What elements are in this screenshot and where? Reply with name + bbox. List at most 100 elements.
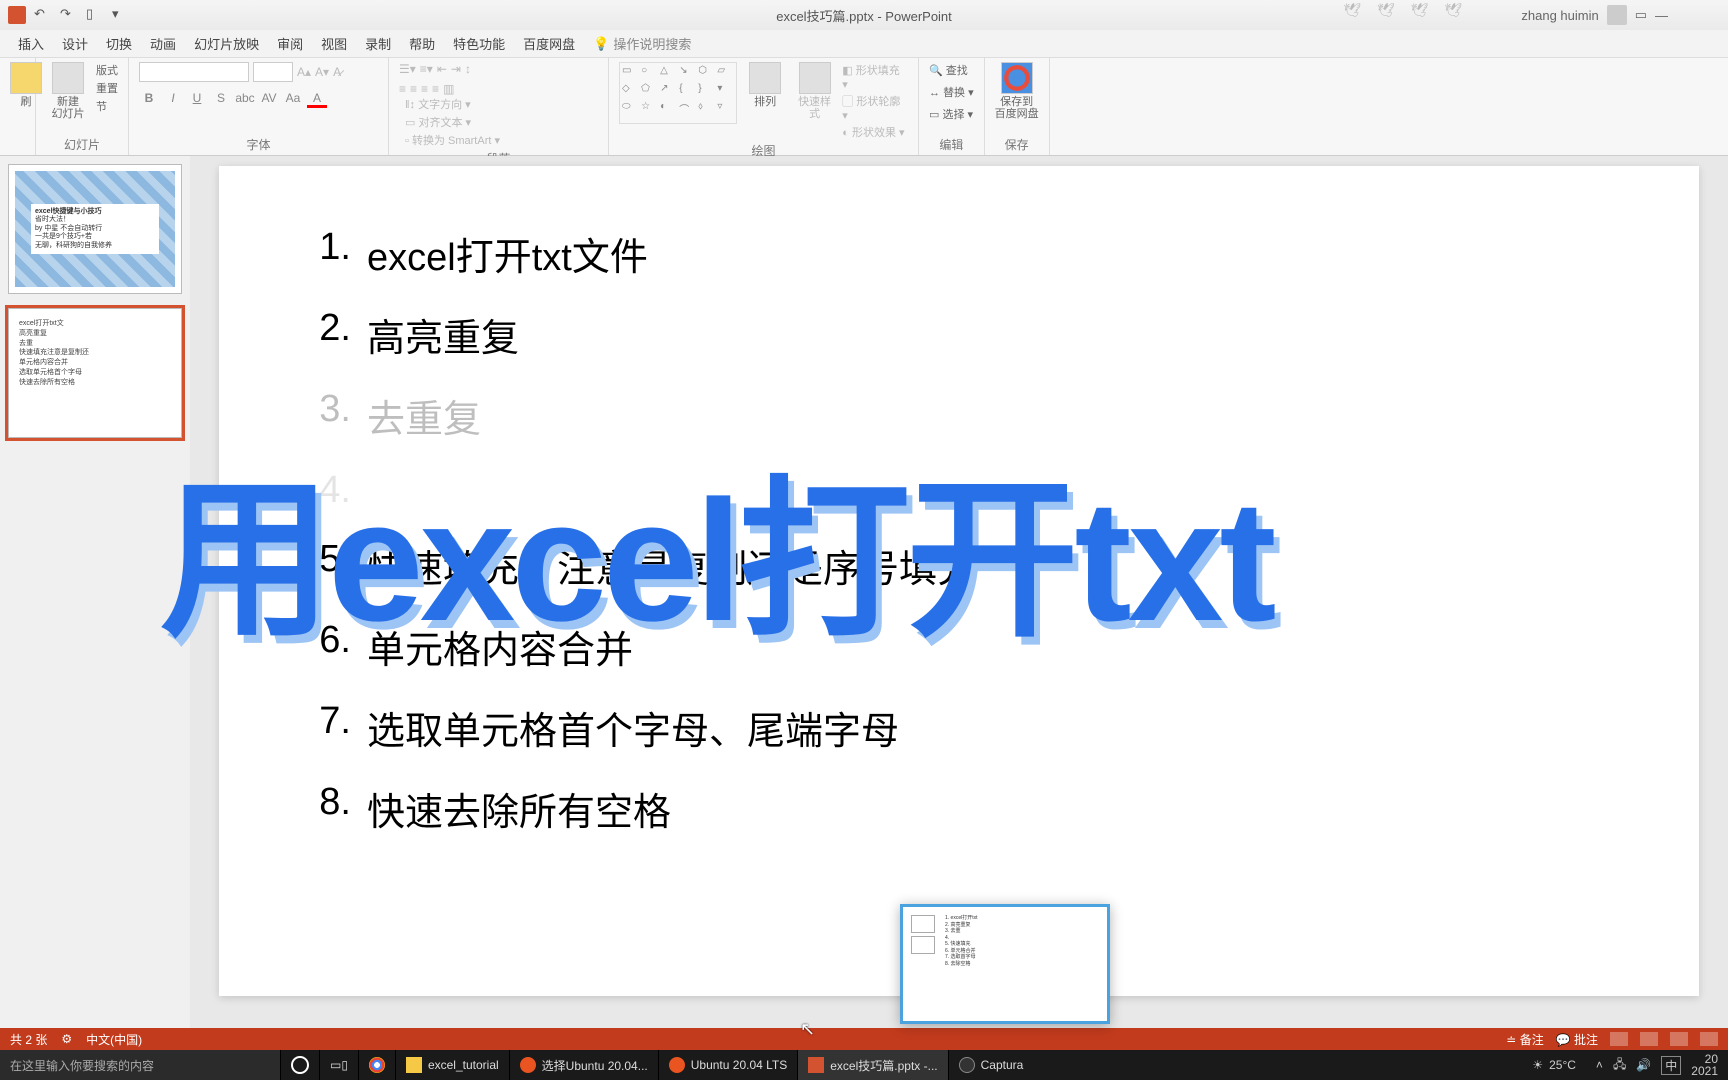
undo-icon[interactable]: ↶ (34, 6, 52, 24)
tab-animations[interactable]: 动画 (150, 34, 176, 53)
numbering-icon[interactable]: ≡▾ (420, 62, 433, 76)
tab-baidu[interactable]: 百度网盘 (523, 34, 575, 53)
search-placeholder: 操作说明搜索 (613, 34, 691, 53)
align-text-button[interactable]: ▭ 对齐文本 ▾ (405, 114, 598, 130)
indent-left-icon[interactable]: ⇤ (437, 62, 447, 76)
arrange-button[interactable]: 排列 (743, 62, 786, 108)
quick-styles-button[interactable]: 快速样式 (793, 62, 836, 120)
tab-transitions[interactable]: 切换 (106, 34, 132, 53)
tab-slideshow[interactable]: 幻灯片放映 (194, 34, 259, 53)
ime-button[interactable]: 中 (1661, 1056, 1681, 1075)
chrome-button[interactable] (358, 1050, 395, 1080)
list-item: 7.选取单元格首个字母、尾端字母 (299, 700, 1619, 755)
shadow-button[interactable]: abc (235, 88, 255, 108)
layout-button[interactable]: 版式 (96, 62, 118, 78)
list-item: 1.excel打开txt文件 (299, 226, 1619, 281)
replace-button[interactable]: ↔ 替换 ▾ (929, 84, 974, 100)
strike-button[interactable]: S (211, 88, 231, 108)
group-clipboard: 刷 (0, 58, 36, 155)
decrease-font-icon[interactable]: A▾ (315, 65, 329, 79)
bullets-icon[interactable]: ☰▾ (399, 62, 416, 76)
slideshow-icon[interactable]: ▯ (86, 6, 104, 24)
underline-button[interactable]: U (187, 88, 207, 108)
find-button[interactable]: 🔍 查找 (929, 62, 968, 78)
new-slide-button[interactable]: 新建 幻灯片 (46, 62, 90, 120)
window-title: excel技巧篇.pptx - PowerPoint (776, 6, 952, 25)
ubuntu-select-button[interactable]: 选择Ubuntu 20.04... (509, 1050, 658, 1080)
mouse-cursor-icon: ↖ (800, 1019, 815, 1040)
ribbon: 刷 新建 幻灯片 版式 重置 节 幻灯片 A▴ A▾ A̷ B I (0, 58, 1728, 156)
tab-review[interactable]: 审阅 (277, 34, 303, 53)
slide-canvas[interactable]: 1.excel打开txt文件 2.高亮重复 3.去重复 4. 5.快速填充：注意… (219, 166, 1699, 996)
accessibility-icon[interactable]: ⚙ (61, 1032, 72, 1046)
redo-icon[interactable]: ↷ (60, 6, 78, 24)
status-bar: 共 2 张 ⚙ 中文(中国) ≐ 备注 💬 批注 (0, 1028, 1728, 1050)
font-color-button[interactable]: A (307, 88, 327, 108)
shape-outline-button[interactable]: ▢ 形状轮廓 ▾ (842, 93, 908, 122)
ubuntu-button[interactable]: Ubuntu 20.04 LTS (658, 1050, 798, 1080)
qat-dropdown-icon[interactable]: ▾ (112, 6, 130, 24)
slide-thumbnail-1[interactable]: excel快捷键与小技巧 省时大法！ by 中星 不会自动转行 一共是9个技巧+… (8, 164, 182, 294)
slide-thumbnail-2[interactable]: excel打开txt文 高亮重复 去重 快速填充注意是复制还 单元格内容合并 选… (8, 308, 182, 438)
weather-widget[interactable]: ☀ 25°C (1522, 1058, 1586, 1072)
list-item: 4. (299, 469, 1619, 512)
save-icon[interactable] (8, 6, 26, 24)
smartart-button[interactable]: ▫ 转换为 SmartArt ▾ (405, 132, 598, 148)
case-button[interactable]: Aa (283, 88, 303, 108)
comments-button[interactable]: 💬 批注 (1556, 1031, 1598, 1048)
reset-button[interactable]: 重置 (96, 80, 118, 96)
captura-button[interactable]: Captura (948, 1050, 1034, 1080)
italic-button[interactable]: I (163, 88, 183, 108)
align-right-icon[interactable]: ≡ (421, 82, 428, 96)
powerpoint-button[interactable]: excel技巧篇.pptx -... (797, 1050, 947, 1080)
select-button[interactable]: ▭ 选择 ▾ (929, 106, 973, 122)
increase-font-icon[interactable]: A▴ (297, 65, 311, 79)
network-icon[interactable]: 🖧 (1613, 1055, 1626, 1076)
ribbon-display-icon[interactable]: ▭ (1635, 7, 1647, 23)
shapes-gallery[interactable]: ▭○△↘⬡▱ ◇⬠↗{}▾ ⬭☆◐⌒⬨▿ (619, 62, 737, 124)
tab-special[interactable]: 特色功能 (453, 34, 505, 53)
reading-view-icon[interactable] (1670, 1032, 1688, 1046)
align-left-icon[interactable]: ≡ (399, 82, 406, 96)
columns-icon[interactable]: ▥ (443, 82, 454, 96)
user-account[interactable]: zhang huimin ▭ — (1521, 5, 1668, 25)
tell-me-search[interactable]: 💡 操作说明搜索 (593, 34, 691, 53)
tab-record[interactable]: 录制 (365, 34, 391, 53)
sorter-view-icon[interactable] (1640, 1032, 1658, 1046)
shape-fill-button[interactable]: ◧ 形状填充 ▾ (842, 62, 908, 91)
task-view-button[interactable]: ▭▯ (319, 1050, 358, 1080)
font-size-dropdown[interactable] (253, 62, 293, 82)
minimize-icon[interactable]: — (1655, 8, 1668, 23)
slideshow-view-icon[interactable] (1700, 1032, 1718, 1046)
justify-icon[interactable]: ≡ (432, 82, 439, 96)
font-family-dropdown[interactable] (139, 62, 249, 82)
quick-access-toolbar: ↶ ↷ ▯ ▾ (0, 6, 130, 24)
tab-help[interactable]: 帮助 (409, 34, 435, 53)
notes-button[interactable]: ≐ 备注 (1506, 1031, 1543, 1048)
tab-view[interactable]: 视图 (321, 34, 347, 53)
normal-view-icon[interactable] (1610, 1032, 1628, 1046)
align-center-icon[interactable]: ≡ (410, 82, 417, 96)
user-name: zhang huimin (1521, 8, 1598, 23)
taskbar-preview-popup[interactable]: 1. excel打开txt2. 高亮重复3. 去重4. 5. 快速填充6. 单元… (900, 904, 1110, 1024)
bold-button[interactable]: B (139, 88, 159, 108)
cortana-button[interactable] (280, 1050, 319, 1080)
text-direction-button[interactable]: ‖↕ 文字方向 ▾ (405, 96, 598, 112)
slide-editor[interactable]: 1.excel打开txt文件 2.高亮重复 3.去重复 4. 5.快速填充：注意… (190, 156, 1728, 1028)
line-spacing-icon[interactable]: ↕ (465, 62, 471, 76)
shape-effects-button[interactable]: ◐ 形状效果 ▾ (842, 124, 908, 140)
tab-insert[interactable]: 插入 (18, 34, 44, 53)
taskbar-search[interactable]: 在这里输入你要搜索的内容 (0, 1050, 280, 1080)
clear-format-icon[interactable]: A̷ (333, 65, 341, 79)
tab-design[interactable]: 设计 (62, 34, 88, 53)
decorative-birds: 🕊 🕊 🕊 🕊 (1343, 2, 1468, 19)
language-status[interactable]: 中文(中国) (86, 1031, 142, 1048)
indent-right-icon[interactable]: ⇥ (451, 62, 461, 76)
spacing-button[interactable]: AV (259, 88, 279, 108)
save-baidu-button[interactable]: 保存到 百度网盘 (995, 62, 1039, 120)
clock[interactable]: 202021 (1691, 1053, 1718, 1077)
section-button[interactable]: 节 (96, 98, 118, 114)
volume-icon[interactable]: 🔊 (1636, 1058, 1651, 1072)
tray-chevron-icon[interactable]: ˄ (1596, 1058, 1603, 1072)
explorer-button[interactable]: excel_tutorial (395, 1050, 509, 1080)
